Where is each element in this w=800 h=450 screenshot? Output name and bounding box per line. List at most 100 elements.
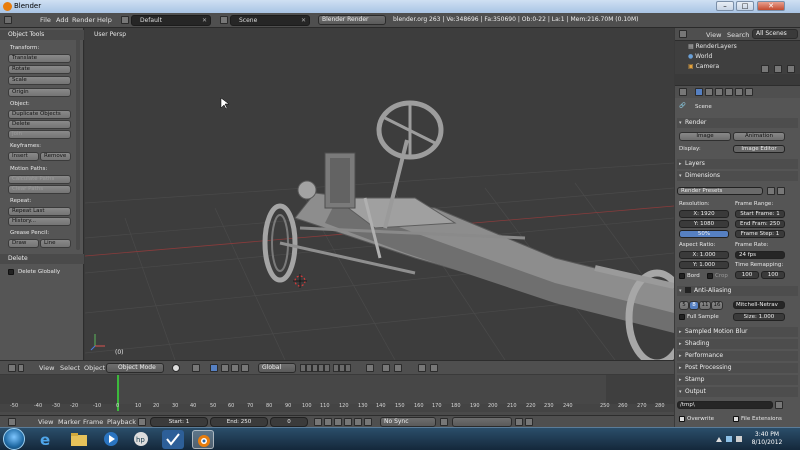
checkmark-app-icon[interactable] [162,430,184,449]
start-button[interactable] [3,428,25,450]
rotate-button[interactable]: Rotate [8,65,71,74]
selectability-icon[interactable] [774,65,782,73]
history-button[interactable]: History... [8,217,71,226]
output-section[interactable]: Output [677,387,798,397]
start-frame-field[interactable]: Start: 1 [150,417,208,427]
calculate-paths-button[interactable]: Calculate Paths [8,175,71,184]
menu-frame[interactable]: Frame [83,418,103,426]
outliner-row-camera[interactable]: ▣ Camera [688,63,719,72]
render-animation-button[interactable]: Animation [733,132,785,141]
maximize-button[interactable]: □ [736,1,754,11]
frame-step-field[interactable]: Frame Step: 1 [735,230,785,238]
preview-range-icon[interactable] [138,418,146,426]
scene-field[interactable]: Scene ✕ [230,15,310,26]
menu-add[interactable]: Add [56,16,69,24]
screen-layout-field[interactable]: Default ✕ [131,15,211,26]
delete-globally-checkbox[interactable] [8,269,14,275]
menu-help[interactable]: Help [97,16,112,24]
post-processing-section[interactable]: Post Processing [677,363,798,373]
aa-samples-5[interactable]: 5 [679,301,689,310]
line-button[interactable]: Line [40,239,71,248]
render-toggle-icon[interactable] [787,65,795,73]
clear-icon[interactable]: ✕ [202,16,207,25]
scale-button[interactable]: Scale [8,76,71,85]
menu-marker[interactable]: Marker [58,418,80,426]
menu-view[interactable]: View [38,418,53,426]
remove-keyframe-button[interactable]: Remove [40,152,71,161]
next-keyframe-icon[interactable] [354,418,362,426]
scene-context-icon[interactable] [705,88,713,96]
display-select[interactable]: Image Editor [733,145,785,153]
tool-shelf-scrollbar[interactable] [76,30,80,250]
aa-size-field[interactable]: Size: 1.000 [733,313,785,321]
border-checkbox[interactable] [679,273,685,279]
clear-paths-button[interactable]: Clear Paths [8,185,71,194]
close-button[interactable]: ✕ [757,1,785,11]
overwrite-checkbox[interactable] [679,416,685,422]
output-path-field[interactable]: /tmp\ [677,401,773,409]
object-context-icon[interactable] [725,88,733,96]
aspect-y-field[interactable]: Y: 1.000 [679,261,729,269]
layers-section[interactable]: Layers [677,159,798,169]
resolution-percent-field[interactable]: 50% [679,230,729,238]
menu-file[interactable]: File [40,16,51,24]
stamp-section[interactable]: Stamp [677,375,798,385]
full-sample-checkbox[interactable] [679,314,685,320]
insert-keyframe-icon[interactable] [515,418,523,426]
hp-icon[interactable]: hp [130,430,152,449]
prev-keyframe-icon[interactable] [324,418,332,426]
menu-view[interactable]: View [706,31,721,39]
file-extensions-checkbox[interactable] [733,416,739,422]
menu-search[interactable]: Search [727,31,749,39]
world-context-icon[interactable] [715,88,723,96]
blender-taskbar-icon[interactable] [192,430,214,449]
menu-playback[interactable]: Playback [107,418,136,426]
repeat-last-button[interactable]: Repeat Last [8,207,71,216]
display-mode-select[interactable]: All Scenes [752,29,798,39]
internet-explorer-icon[interactable]: e [35,430,57,449]
collapse-menus-icon[interactable] [18,364,24,372]
translate-manipulator-icon[interactable] [221,364,229,372]
sync-mode-select[interactable]: No Sync [380,417,436,427]
car-chassis-model[interactable] [262,100,674,360]
layer-button[interactable] [345,364,351,372]
resolution-y-field[interactable]: Y: 1080 [679,220,729,228]
join-button[interactable]: Join [8,130,71,139]
render-engine-select[interactable]: Blender Render [318,15,386,25]
jump-start-icon[interactable] [314,418,322,426]
time-remap-old-field[interactable]: 100 [735,271,759,279]
keying-set-select[interactable] [452,417,512,427]
crop-checkbox[interactable] [707,273,713,279]
manipulator-toggle-icon[interactable] [210,364,218,372]
add-preset-icon[interactable] [767,187,775,195]
shading-section[interactable]: Shading [677,339,798,349]
play-reverse-icon[interactable] [334,418,342,426]
outliner-row-renderlayers[interactable]: ▦ RenderLayers [688,43,737,52]
screen-layout-icon[interactable] [121,16,129,24]
aa-samples-11[interactable]: 11 [699,301,711,310]
editor-type-icon[interactable] [679,88,687,96]
render-animation-icon[interactable] [430,364,438,372]
orientation-select[interactable]: Global [258,363,296,373]
play-icon[interactable] [344,418,352,426]
insert-keyframe-button[interactable]: Insert [8,152,39,161]
3d-viewport[interactable]: User Persp (0) [85,28,674,360]
menu-view[interactable]: View [39,364,54,372]
render-section[interactable]: Render [677,118,798,128]
editor-type-icon[interactable] [679,30,687,38]
dimensions-section[interactable]: Dimensions [677,171,798,181]
menu-object[interactable]: Object [84,364,105,372]
3d-cursor-icon[interactable] [293,274,307,288]
remove-preset-icon[interactable] [777,187,785,195]
outliner[interactable]: ▦ RenderLayers ● World ▣ Camera [675,41,800,74]
editor-type-icon[interactable] [4,16,12,24]
menu-render[interactable]: Render [72,16,95,24]
snap-element-icon[interactable] [394,364,402,372]
delete-button[interactable]: Delete [8,120,71,129]
keying-set-icon[interactable] [440,418,448,426]
clear-icon[interactable]: ✕ [301,16,306,25]
anti-aliasing-section[interactable]: Anti-Aliasing [677,286,798,296]
mode-select[interactable]: Object Mode [106,363,164,373]
minimize-button[interactable]: – [716,1,734,11]
media-player-icon[interactable] [100,430,122,449]
